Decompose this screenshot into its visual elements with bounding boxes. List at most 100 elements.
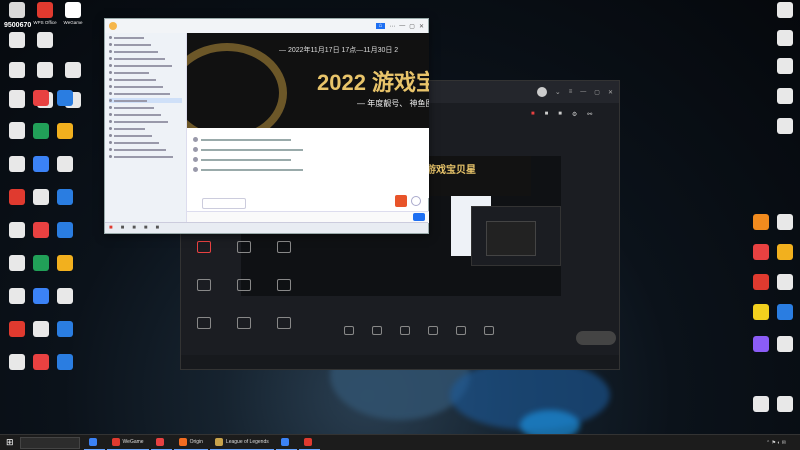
live-tool-button[interactable] — [336, 326, 362, 338]
tree-row[interactable] — [109, 77, 182, 82]
desktop-icon[interactable] — [772, 336, 798, 354]
desktop-icon[interactable] — [28, 189, 54, 207]
menu-icon[interactable]: ≡ — [569, 89, 573, 95]
live-function-button[interactable] — [184, 317, 224, 332]
tree-row[interactable] — [109, 140, 182, 145]
desktop-icon[interactable] — [4, 2, 30, 20]
message-icon[interactable]: ■ — [545, 111, 549, 118]
tree-row[interactable] — [109, 133, 182, 138]
live-tool-button[interactable] — [392, 326, 418, 338]
tree-row[interactable] — [109, 91, 182, 96]
desktop-icon[interactable] — [772, 214, 798, 232]
desktop-icon[interactable] — [772, 30, 798, 48]
desktop-icon[interactable] — [772, 88, 798, 106]
more-icon[interactable]: ⋯ — [389, 23, 395, 30]
emoji-game-icon[interactable] — [395, 195, 407, 207]
voice-icon[interactable] — [411, 196, 421, 206]
settings-icon[interactable]: ⚙ — [572, 111, 577, 118]
tree-row[interactable] — [109, 154, 182, 159]
desktop-icon[interactable] — [4, 321, 30, 339]
desktop-icon[interactable] — [52, 354, 78, 372]
desktop-icon[interactable] — [772, 118, 798, 136]
live-function-button[interactable] — [264, 317, 304, 332]
taskbar-item[interactable] — [83, 436, 105, 450]
gift-icon[interactable]: ■ — [531, 111, 535, 118]
desktop-icon[interactable] — [28, 321, 54, 339]
desktop-icon[interactable] — [52, 222, 78, 240]
tree-row[interactable] — [109, 126, 182, 131]
desktop-icon[interactable] — [52, 288, 78, 306]
live-function-button[interactable] — [224, 241, 264, 256]
tree-row[interactable] — [109, 56, 182, 61]
desktop-icon[interactable] — [28, 90, 54, 108]
tree-row[interactable] — [109, 70, 182, 75]
desktop-icon[interactable] — [28, 354, 54, 372]
maximize-icon[interactable]: ▢ — [409, 23, 415, 30]
desktop-icon[interactable] — [52, 123, 78, 141]
tree-row[interactable] — [109, 105, 182, 110]
tree-row[interactable] — [109, 84, 182, 89]
live-function-button[interactable] — [184, 279, 224, 294]
tree-row[interactable] — [109, 49, 182, 54]
desktop-icon[interactable] — [772, 396, 798, 414]
desktop-icon[interactable] — [52, 90, 78, 108]
close-icon[interactable]: ✕ — [419, 23, 424, 30]
taskbar-item[interactable] — [150, 436, 172, 450]
desktop-icon[interactable] — [772, 58, 798, 76]
desktop-icon[interactable] — [28, 156, 54, 174]
desktop-icon[interactable] — [4, 189, 30, 207]
maximize-icon[interactable]: ▢ — [594, 89, 600, 96]
desktop-icon[interactable] — [4, 123, 30, 141]
desktop-icon[interactable] — [52, 255, 78, 273]
desktop-icon[interactable]: WeGame — [60, 2, 86, 25]
live-function-button[interactable] — [184, 241, 224, 256]
live-function-button[interactable] — [224, 317, 264, 332]
avatar[interactable] — [536, 87, 547, 97]
desktop-icon[interactable] — [748, 214, 774, 232]
tree-row[interactable] — [109, 42, 182, 47]
taskbar-item[interactable] — [275, 436, 297, 450]
share-icon[interactable]: ■ — [558, 111, 562, 118]
windows-start-icon[interactable]: ⊞ — [0, 437, 20, 448]
live-tool-button[interactable] — [364, 326, 390, 338]
tree-row[interactable] — [109, 112, 182, 117]
menu-icon[interactable]: ■ — [109, 225, 113, 231]
desktop-icon[interactable] — [4, 255, 30, 273]
desktop-icon[interactable] — [28, 288, 54, 306]
desktop-icon[interactable] — [52, 189, 78, 207]
desktop-icon[interactable] — [772, 304, 798, 322]
start-live-button[interactable] — [576, 331, 616, 345]
link-icon[interactable]: ⚯ — [587, 111, 592, 118]
screen-icon[interactable]: ■ — [144, 225, 148, 231]
tree-row[interactable] — [109, 63, 182, 68]
desktop-icon[interactable] — [748, 304, 774, 322]
taskbar-item[interactable] — [298, 436, 320, 450]
desktop-icon[interactable] — [4, 156, 30, 174]
mic-icon[interactable]: ■ — [121, 225, 125, 231]
minimize-icon[interactable]: — — [399, 23, 405, 29]
desktop-icon[interactable] — [32, 32, 58, 50]
desktop-icon[interactable] — [748, 336, 774, 354]
live-function-button[interactable] — [264, 279, 304, 294]
desktop-icon[interactable] — [772, 244, 798, 262]
desktop-icon[interactable] — [4, 32, 30, 50]
taskbar-item[interactable]: Origin — [173, 436, 208, 450]
desktop-icon[interactable] — [28, 222, 54, 240]
minimize-icon[interactable]: — — [580, 89, 586, 95]
live-tool-button[interactable] — [476, 326, 502, 338]
tree-row[interactable] — [109, 35, 182, 40]
send-button[interactable] — [413, 213, 425, 221]
desktop-icon[interactable] — [52, 321, 78, 339]
desktop-icon[interactable] — [32, 62, 58, 80]
desktop-icon[interactable] — [4, 222, 30, 240]
home-icon[interactable]: ⌂ — [375, 23, 386, 29]
taskbar-search[interactable] — [19, 436, 80, 449]
live-tool-button[interactable] — [448, 326, 474, 338]
taskbar-item[interactable]: League of Legends — [209, 436, 274, 450]
desktop-icon[interactable]: WPS Office — [32, 2, 58, 25]
tree-row[interactable] — [109, 119, 182, 124]
desktop-icon[interactable] — [52, 156, 78, 174]
desktop-icon[interactable] — [772, 274, 798, 292]
tray-icons[interactable]: ⌃ ⚑ ◐ ✉ — [766, 440, 786, 446]
live-tool-button[interactable] — [420, 326, 446, 338]
